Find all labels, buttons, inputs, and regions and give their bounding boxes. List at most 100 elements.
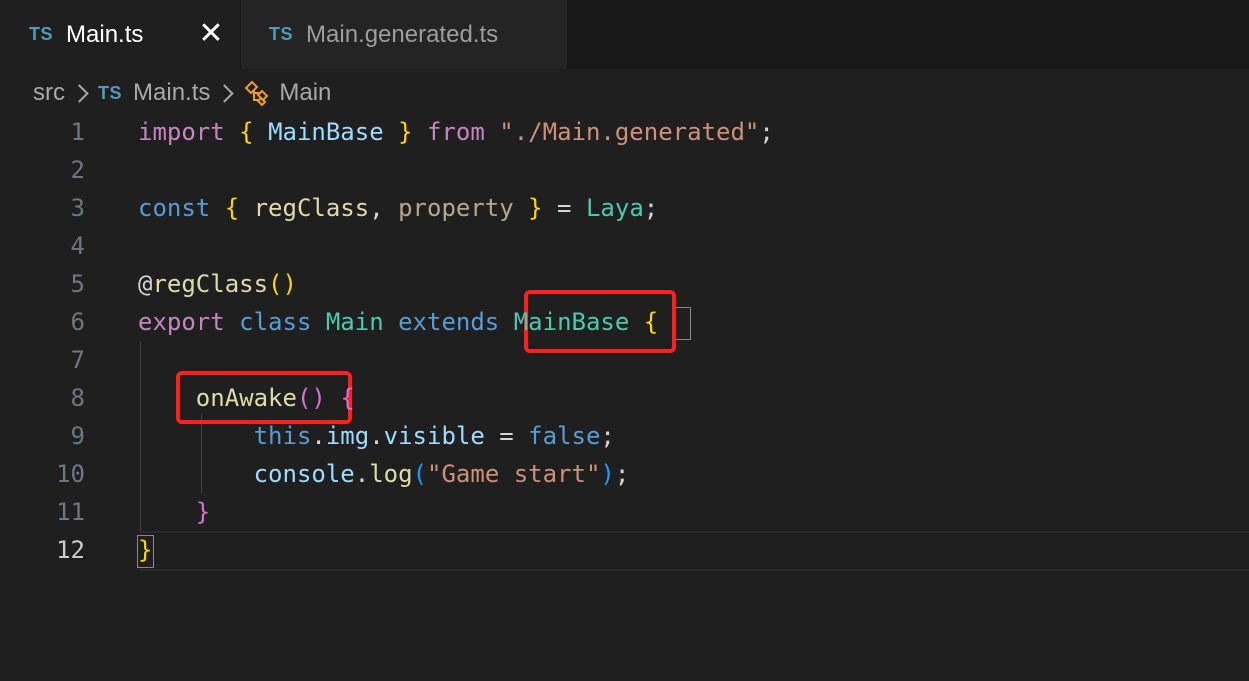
- line-number: 9: [70, 422, 85, 450]
- code-line: 9 this.img.visible = false;: [0, 417, 1249, 455]
- code-line: 11 }: [0, 493, 1249, 531]
- code-token: (: [412, 460, 428, 488]
- tab-main-generated-ts[interactable]: TS Main.generated.ts: [241, 0, 567, 69]
- code-token: }: [528, 194, 543, 222]
- code-token: =: [484, 422, 529, 450]
- class-symbol-icon: [244, 80, 269, 107]
- code-token: }: [138, 536, 153, 564]
- tab-label: Main.generated.ts: [306, 20, 499, 48]
- code-token: ;: [643, 194, 659, 222]
- code-token: MainBase: [268, 118, 384, 146]
- code-token: from: [427, 118, 485, 146]
- code-token: property: [398, 194, 514, 222]
- code-token: extends: [398, 308, 500, 336]
- code-token: ;: [600, 422, 615, 450]
- code-line: 12}: [0, 531, 1249, 569]
- code-token: this: [253, 422, 312, 450]
- code-text: }: [138, 531, 152, 569]
- line-number: 6: [70, 308, 85, 336]
- code-token: img: [325, 422, 370, 450]
- code-text: }: [138, 493, 210, 531]
- line-number: 10: [56, 460, 85, 488]
- code-editor[interactable]: 1 import { MainBase } from "./Main.genera…: [0, 113, 1249, 681]
- code-token: =: [542, 194, 586, 222]
- line-number: 7: [70, 346, 85, 374]
- tab-main-ts[interactable]: TS Main.ts ✕: [0, 0, 240, 69]
- code-token: Laya: [585, 194, 644, 222]
- code-line: 5 @regClass(): [0, 265, 1249, 303]
- line-number: 3: [70, 194, 85, 222]
- code-text: export class Main extends MainBase {: [138, 303, 658, 341]
- line-number: 2: [70, 156, 85, 184]
- code-line: 4: [0, 227, 1249, 265]
- code-token: import: [138, 118, 225, 146]
- code-token: "Game start": [427, 460, 601, 488]
- code-token: onAwake: [195, 384, 297, 412]
- code-token: regClass: [152, 270, 269, 298]
- breadcrumb-symbol[interactable]: Main: [279, 79, 331, 107]
- code-token: regClass: [253, 194, 370, 222]
- chevron-right-icon: [70, 83, 89, 103]
- line-number: 4: [70, 232, 85, 260]
- close-icon[interactable]: ✕: [194, 17, 228, 51]
- code-token: class: [239, 308, 312, 336]
- line-number: 11: [56, 498, 85, 526]
- code-text: const { regClass, property } = Laya;: [138, 189, 658, 227]
- code-token: {: [224, 194, 240, 222]
- code-token: (): [268, 270, 297, 298]
- code-token: ): [600, 460, 615, 488]
- code-text: @regClass(): [138, 265, 297, 303]
- code-token: }: [195, 498, 211, 526]
- code-token: {: [239, 118, 254, 146]
- code-line: 6 export class Main extends MainBase {: [0, 303, 1249, 341]
- typescript-icon: TS: [29, 24, 54, 44]
- line-number: 12: [56, 536, 85, 564]
- code-token: const: [138, 194, 211, 222]
- code-token: MainBase: [513, 308, 630, 336]
- tab-bar: TS Main.ts ✕ TS Main.generated.ts: [0, 0, 1249, 69]
- code-line: 3 const { regClass, property } = Laya;: [0, 189, 1249, 227]
- code-token: export: [138, 308, 225, 336]
- code-token: }: [398, 118, 413, 146]
- code-token: {: [340, 384, 355, 412]
- code-token: log: [369, 460, 413, 488]
- code-token: console: [253, 460, 355, 488]
- code-line: 7: [0, 341, 1249, 379]
- code-text: onAwake() {: [138, 379, 355, 417]
- breadcrumb-file[interactable]: Main.ts: [133, 79, 210, 107]
- typescript-icon: TS: [98, 82, 123, 103]
- code-token: .: [311, 422, 326, 450]
- line-number: 8: [70, 384, 85, 412]
- code-token: false: [528, 422, 601, 450]
- code-token: {: [643, 308, 659, 336]
- line-number: 1: [70, 118, 85, 146]
- code-text: this.img.visible = false;: [138, 417, 615, 455]
- breadcrumb-folder[interactable]: src: [33, 79, 65, 107]
- code-line: 10 console.log("Game start");: [0, 455, 1249, 493]
- line-number: 5: [70, 270, 85, 298]
- code-line: 1 import { MainBase } from "./Main.genera…: [0, 113, 1249, 151]
- code-token: .: [369, 422, 384, 450]
- code-token: "./Main.generated": [499, 118, 760, 146]
- code-token: (): [296, 384, 326, 412]
- code-token: @: [138, 270, 153, 298]
- chevron-right-icon: [215, 83, 235, 103]
- code-token: Main: [325, 308, 384, 336]
- code-token: ;: [614, 460, 630, 488]
